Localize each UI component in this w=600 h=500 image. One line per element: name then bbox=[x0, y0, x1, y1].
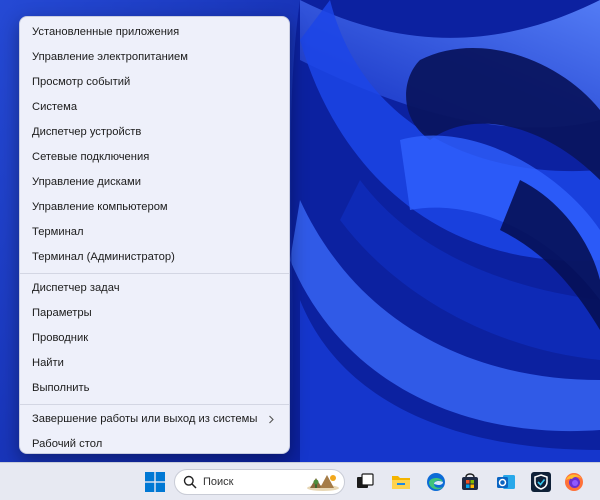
file-explorer-icon[interactable] bbox=[389, 470, 413, 494]
menu-item-shutdown-signout[interactable]: Завершение работы или выход из системы bbox=[20, 407, 289, 432]
search-placeholder: Поиск bbox=[203, 476, 234, 488]
menu-item-event-viewer[interactable]: Просмотр событий bbox=[20, 70, 289, 95]
menu-item-run[interactable]: Выполнить bbox=[20, 376, 289, 401]
menu-item-network-connections[interactable]: Сетевые подключения bbox=[20, 145, 289, 170]
menu-item-terminal-admin[interactable]: Терминал (Администратор) bbox=[20, 245, 289, 270]
menu-item-task-manager[interactable]: Диспетчер задач bbox=[20, 276, 289, 301]
search-highlight-illustration-icon bbox=[306, 472, 340, 497]
taskbar: Поиск bbox=[0, 462, 600, 500]
menu-item-desktop[interactable]: Рабочий стол bbox=[20, 432, 289, 457]
shield-app-icon[interactable] bbox=[529, 470, 553, 494]
menu-item-device-manager[interactable]: Диспетчер устройств bbox=[20, 120, 289, 145]
windows-start-icon[interactable] bbox=[143, 470, 167, 494]
edge-browser-icon[interactable] bbox=[424, 470, 448, 494]
menu-separator bbox=[20, 273, 289, 274]
menu-item-power-options[interactable]: Управление электропитанием bbox=[20, 45, 289, 70]
microsoft-store-icon[interactable] bbox=[458, 470, 482, 494]
search-icon bbox=[183, 475, 197, 494]
menu-item-label: Завершение работы или выход из системы bbox=[32, 413, 258, 425]
menu-item-terminal[interactable]: Терминал bbox=[20, 220, 289, 245]
taskbar-search-box[interactable]: Поиск bbox=[174, 469, 345, 495]
menu-item-system[interactable]: Система bbox=[20, 95, 289, 120]
outlook-icon[interactable] bbox=[494, 470, 518, 494]
task-view-icon[interactable] bbox=[353, 470, 377, 494]
menu-item-computer-management[interactable]: Управление компьютером bbox=[20, 195, 289, 220]
start-context-menu: Установленные приложения Управление элек… bbox=[19, 16, 290, 454]
menu-separator bbox=[20, 404, 289, 405]
menu-item-search[interactable]: Найти bbox=[20, 351, 289, 376]
menu-item-installed-apps[interactable]: Установленные приложения bbox=[20, 20, 289, 45]
menu-item-disk-management[interactable]: Управление дисками bbox=[20, 170, 289, 195]
firefox-icon[interactable] bbox=[562, 470, 586, 494]
menu-item-settings[interactable]: Параметры bbox=[20, 301, 289, 326]
menu-item-file-explorer[interactable]: Проводник bbox=[20, 326, 289, 351]
